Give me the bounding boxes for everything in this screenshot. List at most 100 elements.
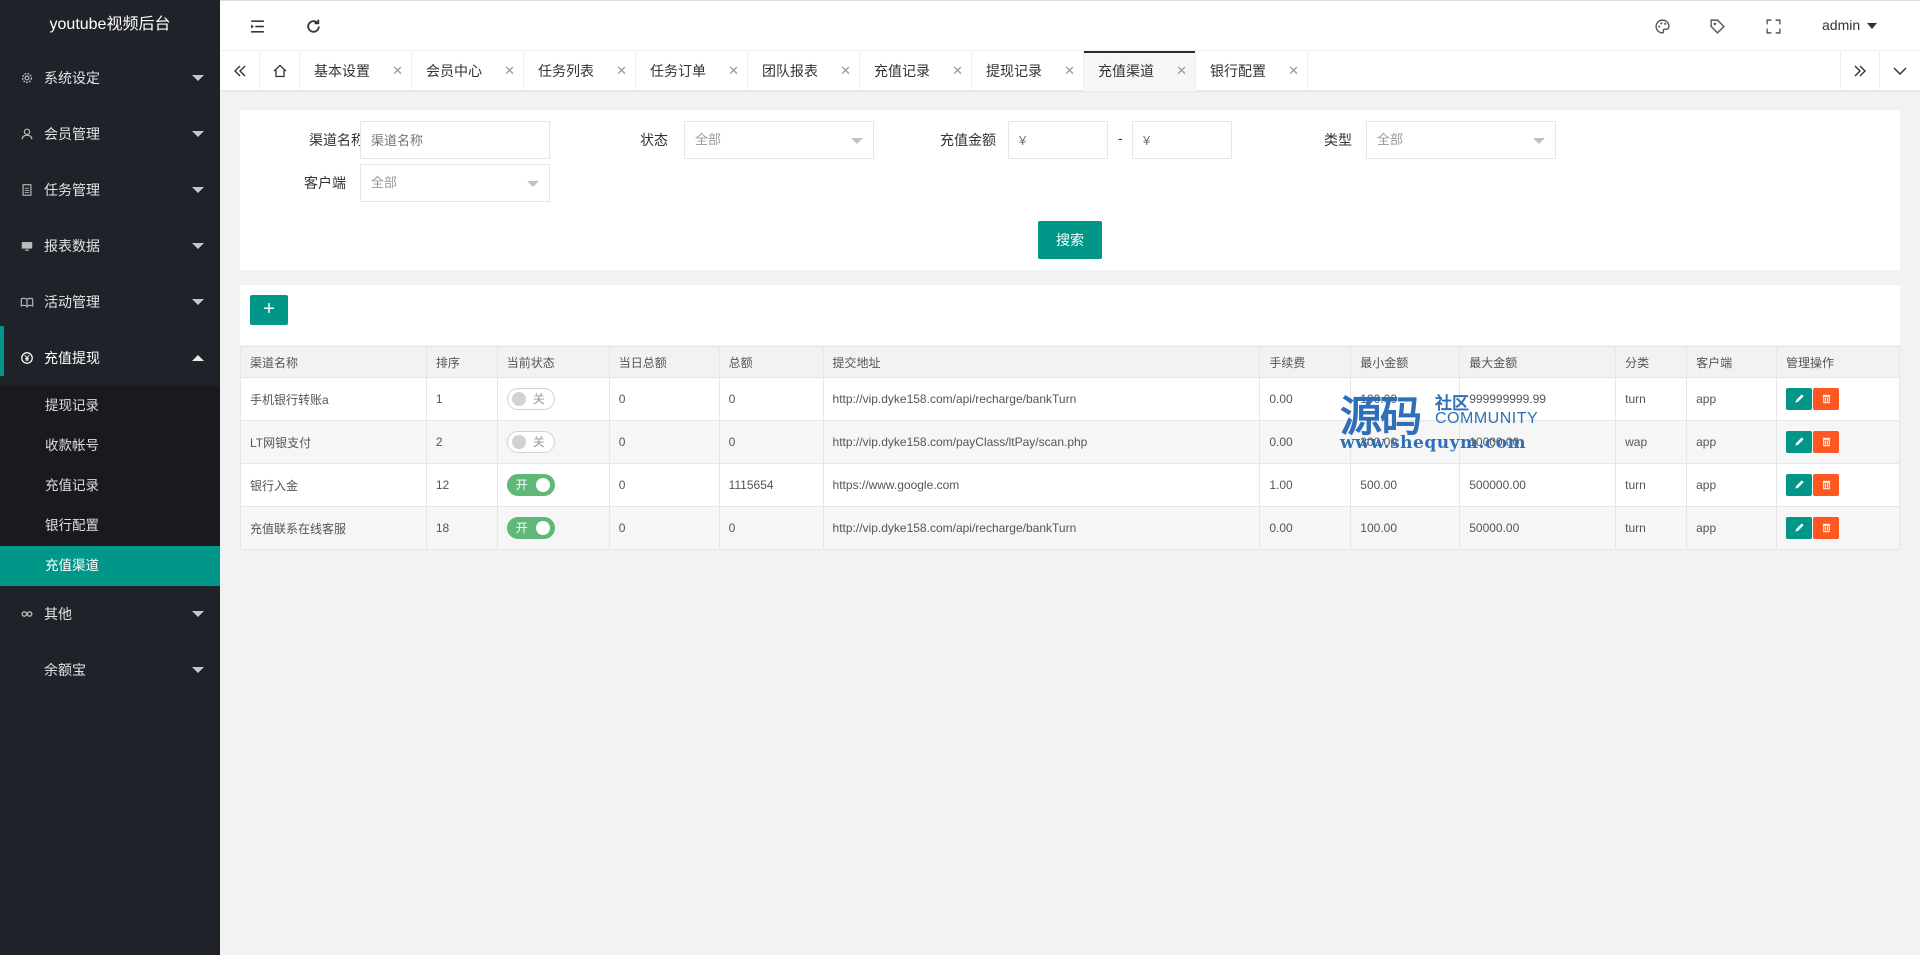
edit-button[interactable]: [1786, 474, 1813, 496]
sidebar-subitem-bank-config[interactable]: 银行配置: [0, 506, 220, 546]
close-icon[interactable]: ✕: [728, 51, 739, 91]
status-toggle[interactable]: 开: [506, 517, 555, 539]
pencil-icon: [1794, 394, 1804, 403]
status-label: 状态: [640, 132, 668, 148]
table-row: LT网银支付 2 关 0 0 http://vip.dyke158.com/pa…: [240, 420, 1900, 464]
cell-max-amount: 999999999.99: [1459, 377, 1617, 421]
delete-button[interactable]: [1813, 474, 1840, 496]
close-icon[interactable]: ✕: [1064, 51, 1075, 91]
cell-max-amount: 500000.00: [1459, 463, 1617, 507]
column-header: 最小金额: [1350, 346, 1461, 378]
chevron-down-icon: [192, 75, 204, 81]
edit-button[interactable]: [1786, 517, 1813, 539]
delete-button[interactable]: [1813, 388, 1840, 410]
column-header: 客户端: [1686, 346, 1778, 378]
sidebar-item-system-settings[interactable]: 系统设定: [0, 50, 220, 106]
sidebar-item-label: 活动管理: [44, 294, 100, 310]
cell-total: 0: [718, 377, 824, 421]
cell-sort: 1: [425, 377, 498, 421]
fullscreen-icon[interactable]: [1764, 17, 1782, 35]
edit-button[interactable]: [1786, 388, 1813, 410]
status-select[interactable]: 全部: [684, 121, 874, 159]
status-toggle[interactable]: 开: [506, 474, 555, 496]
sidebar-item-yuebao[interactable]: 余额宝: [0, 642, 220, 698]
tab-task-orders[interactable]: 任务订单 ✕: [636, 51, 748, 91]
delete-button[interactable]: [1813, 517, 1840, 539]
cell-client: app: [1686, 506, 1778, 550]
amount-min-input[interactable]: [1008, 121, 1108, 159]
user-menu[interactable]: admin: [1822, 17, 1860, 33]
tab-basic-settings[interactable]: 基本设置 ✕: [300, 51, 412, 91]
channel-name-label: 渠道名称: [309, 132, 365, 148]
sidebar-subitem-recharge-records[interactable]: 充值记录: [0, 466, 220, 506]
close-icon[interactable]: ✕: [616, 51, 627, 91]
tabs-menu-chevron-icon[interactable]: [1880, 51, 1920, 91]
tag-icon[interactable]: [1708, 17, 1726, 35]
column-header: 当前状态: [496, 346, 610, 378]
tab-bank-config[interactable]: 银行配置 ✕: [1196, 51, 1308, 91]
home-icon[interactable]: [260, 51, 300, 91]
tab-withdraw-records[interactable]: 提现记录 ✕: [972, 51, 1084, 91]
trash-icon: [1822, 480, 1830, 490]
cell-today-total: 0: [608, 377, 720, 421]
chevron-down-icon[interactable]: [1867, 23, 1877, 29]
channel-table: 渠道名称 排序 当前状态 当日总额 总额 提交地址 手续费 最小金额 最大金额 …: [240, 346, 1900, 550]
yen-circle-icon: [20, 351, 34, 365]
document-icon: [20, 183, 34, 197]
user-icon: [20, 127, 34, 141]
close-icon[interactable]: ✕: [392, 51, 403, 91]
add-channel-button[interactable]: +: [250, 295, 288, 325]
sidebar-item-recharge-withdraw[interactable]: 充值提现: [0, 326, 220, 386]
cell-status: 开: [496, 463, 610, 507]
close-icon[interactable]: ✕: [840, 51, 851, 91]
type-select[interactable]: 全部: [1366, 121, 1556, 159]
tab-task-list[interactable]: 任务列表 ✕: [524, 51, 636, 91]
theme-icon[interactable]: [1653, 17, 1671, 35]
cell-channel-name: 充值联系在线客服: [240, 506, 427, 550]
sidebar-subitem-payee-accounts[interactable]: 收款帐号: [0, 426, 220, 466]
tab-team-report[interactable]: 团队报表 ✕: [748, 51, 860, 91]
client-label: 客户端: [304, 175, 346, 191]
refresh-icon[interactable]: [304, 17, 322, 35]
sidebar-item-member-management[interactable]: 会员管理: [0, 106, 220, 162]
tabs-bar: 基本设置 ✕ 会员中心 ✕ 任务列表 ✕ 任务订单 ✕ 团队报表 ✕ 充值记录 ✕ 提现记录…: [220, 51, 1920, 91]
cell-today-total: 0: [608, 463, 720, 507]
cell-submit-url: http://vip.dyke158.com/api/recharge/bank…: [822, 506, 1261, 550]
sidebar-item-other[interactable]: 其他: [0, 586, 220, 642]
sidebar-item-label: 任务管理: [44, 182, 100, 198]
edit-button[interactable]: [1786, 431, 1813, 453]
close-icon[interactable]: ✕: [952, 51, 963, 91]
amount-max-input[interactable]: [1132, 121, 1232, 159]
cell-total: 1115654: [718, 463, 824, 507]
close-icon[interactable]: ✕: [1176, 51, 1187, 91]
collapse-menu-icon[interactable]: [248, 17, 266, 35]
tab-member-center[interactable]: 会员中心 ✕: [412, 51, 524, 91]
search-button[interactable]: 搜索: [1038, 221, 1102, 259]
channel-name-input[interactable]: [360, 121, 550, 159]
cell-max-amount: 10000.00: [1459, 420, 1617, 464]
status-toggle[interactable]: 关: [506, 388, 555, 410]
cell-channel-name: 银行入金: [240, 463, 427, 507]
sidebar-subitem-withdraw-records[interactable]: 提现记录: [0, 386, 220, 426]
tab-recharge-records[interactable]: 充值记录 ✕: [860, 51, 972, 91]
cell-channel-name: 手机银行转账a: [240, 377, 427, 421]
cell-sort: 2: [425, 420, 498, 464]
chevron-down-icon: [527, 181, 539, 187]
status-toggle[interactable]: 关: [506, 431, 555, 453]
cell-today-total: 0: [608, 506, 720, 550]
close-icon[interactable]: ✕: [504, 51, 515, 91]
close-icon[interactable]: ✕: [1288, 51, 1299, 91]
cell-category: turn: [1615, 463, 1688, 507]
tabs-scroll-left-icon[interactable]: [220, 51, 260, 91]
sidebar-item-task-management[interactable]: 任务管理: [0, 162, 220, 218]
sidebar-item-activity-management[interactable]: 活动管理: [0, 274, 220, 330]
sidebar-subitem-recharge-channels[interactable]: 充值渠道: [0, 546, 220, 586]
sidebar-item-label: 系统设定: [44, 70, 100, 86]
pencil-icon: [1794, 523, 1804, 532]
sidebar-item-report-data[interactable]: 报表数据: [0, 218, 220, 274]
delete-button[interactable]: [1813, 431, 1840, 453]
tab-recharge-channels[interactable]: 充值渠道 ✕: [1084, 51, 1196, 91]
cell-actions: [1776, 463, 1900, 507]
client-select[interactable]: 全部: [360, 164, 550, 202]
tabs-scroll-right-icon[interactable]: [1840, 51, 1880, 91]
